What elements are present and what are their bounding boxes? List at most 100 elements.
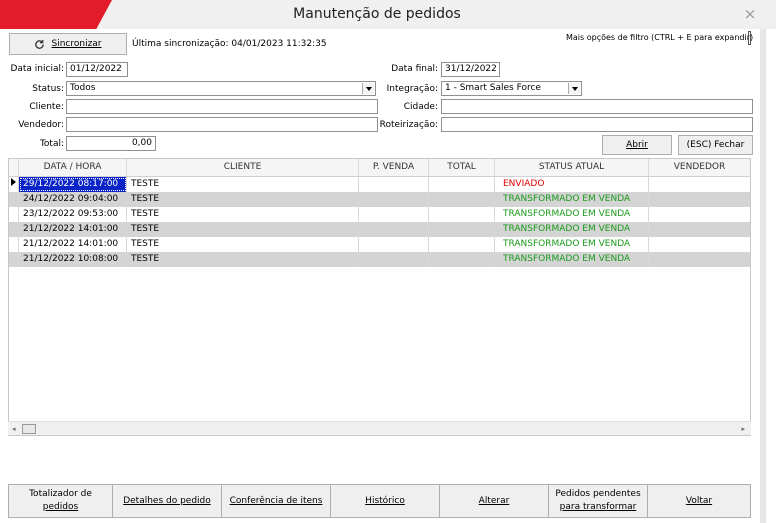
cell-total xyxy=(429,207,495,222)
grid-header: DATA / HORA CLIENTE P. VENDA TOTAL STATU… xyxy=(9,159,750,177)
data-final-label: Data final: xyxy=(391,64,438,74)
scroll-left-icon[interactable]: ◂ xyxy=(12,425,16,433)
current-row-indicator-icon xyxy=(9,177,19,192)
pedidos-pendentes-button[interactable]: Pedidos pendentes para transformar xyxy=(548,484,648,518)
sync-button[interactable]: Sincronizar xyxy=(9,33,127,55)
cell-pvenda xyxy=(359,177,429,192)
cell-cliente: TESTE xyxy=(127,222,359,237)
row-indicator xyxy=(9,192,19,207)
row-indicator-header xyxy=(9,159,19,176)
row-indicator xyxy=(9,207,19,222)
totalizador-line1: Totalizador de xyxy=(29,489,92,499)
cell-data: 29/12/2022 08:17:00 xyxy=(19,177,127,192)
col-data-hora[interactable]: DATA / HORA xyxy=(19,159,127,176)
col-cliente[interactable]: CLIENTE xyxy=(127,159,359,176)
cell-total xyxy=(429,237,495,252)
window-edge xyxy=(760,29,766,523)
cell-vendedor xyxy=(649,222,750,237)
cell-vendedor xyxy=(649,252,750,267)
total-label: Total: xyxy=(39,139,64,149)
cliente-label: Cliente: xyxy=(29,102,64,112)
scroll-thumb[interactable] xyxy=(22,424,36,434)
cell-pvenda xyxy=(359,192,429,207)
totalizador-button[interactable]: Totalizador de pedidos xyxy=(8,484,113,518)
detalhes-button[interactable]: Detalhes do pedido xyxy=(112,484,222,518)
table-row[interactable]: 21/12/2022 10:08:00 TESTE TRANSFORMADO EM … xyxy=(9,252,750,267)
refresh-icon xyxy=(34,39,45,50)
cidade-label: Cidade: xyxy=(403,102,438,112)
scroll-right-icon[interactable]: ▸ xyxy=(741,425,745,433)
horizontal-scrollbar[interactable]: ◂ ▸ xyxy=(8,421,751,435)
cell-pvenda xyxy=(359,222,429,237)
historico-button[interactable]: Histórico xyxy=(330,484,440,518)
brand-accent xyxy=(0,0,112,29)
detalhes-label: Detalhes do pedido xyxy=(123,495,211,506)
status-label: Status: xyxy=(32,84,64,94)
alterar-label: Alterar xyxy=(478,495,510,506)
conferencia-label: Conferência de itens xyxy=(229,495,323,506)
status-select-value: Todos xyxy=(70,83,96,93)
cell-status: ENVIADO xyxy=(495,177,649,192)
window-title: Manutenção de pedidos xyxy=(293,6,461,22)
cliente-field[interactable] xyxy=(66,99,378,114)
fechar-button[interactable]: (ESC) Fechar xyxy=(678,135,753,155)
table-row[interactable]: 23/12/2022 09:53:00 TESTE TRANSFORMADO EM … xyxy=(9,207,750,222)
integracao-select[interactable]: 1 - Smart Sales Force xyxy=(441,81,582,96)
cell-vendedor xyxy=(649,207,750,222)
cell-status: TRANSFORMADO EM VENDA xyxy=(495,222,649,237)
cell-pvenda xyxy=(359,207,429,222)
table-row[interactable]: 21/12/2022 14:01:00 TESTE TRANSFORMADO EM … xyxy=(9,237,750,252)
table-row[interactable]: 29/12/2022 08:17:00 TESTE ENVIADO xyxy=(9,177,750,192)
voltar-button[interactable]: Voltar xyxy=(647,484,751,518)
orders-grid[interactable]: DATA / HORA CLIENTE P. VENDA TOTAL STATU… xyxy=(8,158,751,436)
expand-toggle[interactable] xyxy=(748,31,751,45)
cell-status: TRANSFORMADO EM VENDA xyxy=(495,237,649,252)
cell-status: TRANSFORMADO EM VENDA xyxy=(495,207,649,222)
cell-cliente: TESTE xyxy=(127,177,359,192)
cell-data: 23/12/2022 09:53:00 xyxy=(19,207,127,222)
col-status-atual[interactable]: STATUS ATUAL xyxy=(495,159,649,176)
voltar-label: Voltar xyxy=(685,495,713,506)
row-indicator xyxy=(9,252,19,267)
roteirizacao-field[interactable] xyxy=(441,117,753,132)
chevron-down-icon[interactable] xyxy=(568,83,580,94)
col-p-venda[interactable]: P. VENDA xyxy=(359,159,429,176)
filter-hint: Mais opções de filtro (CTRL + E para exp… xyxy=(566,33,754,42)
vendedor-field[interactable] xyxy=(66,117,378,132)
vendedor-label: Vendedor: xyxy=(18,120,64,130)
cell-vendedor xyxy=(649,192,750,207)
cell-vendedor xyxy=(649,237,750,252)
row-indicator xyxy=(9,237,19,252)
col-vendedor[interactable]: VENDEDOR xyxy=(649,159,750,176)
cell-cliente: TESTE xyxy=(127,192,359,207)
data-inicial-field[interactable]: 01/12/2022 xyxy=(66,62,128,77)
close-icon[interactable]: × xyxy=(740,0,760,29)
cell-cliente: TESTE xyxy=(127,252,359,267)
cell-total xyxy=(429,222,495,237)
table-row[interactable]: 21/12/2022 14:01:00 TESTE TRANSFORMADO EM … xyxy=(9,222,750,237)
pendentes-line1: Pedidos pendentes xyxy=(555,489,641,499)
cell-data: 21/12/2022 14:01:00 xyxy=(19,237,127,252)
pendentes-line2: para transformar xyxy=(559,502,637,512)
abrir-button[interactable]: Abrir xyxy=(602,135,672,155)
cell-pvenda xyxy=(359,252,429,267)
cell-cliente: TESTE xyxy=(127,237,359,252)
sync-button-label: Sincronizar xyxy=(51,39,102,49)
cell-pvenda xyxy=(359,237,429,252)
table-row[interactable]: 24/12/2022 09:04:00 TESTE TRANSFORMADO EM … xyxy=(9,192,750,207)
totalizador-line2: pedidos xyxy=(42,502,79,512)
total-field[interactable]: 0,00 xyxy=(66,136,156,151)
status-select[interactable]: Todos xyxy=(66,81,376,96)
cell-total xyxy=(429,177,495,192)
data-final-field[interactable]: 31/12/2022 xyxy=(441,62,500,77)
cell-total xyxy=(429,252,495,267)
row-indicator xyxy=(9,222,19,237)
alterar-button[interactable]: Alterar xyxy=(439,484,549,518)
bottom-toolbar: Totalizador de pedidos Detalhes do pedido… xyxy=(8,484,751,518)
last-sync-text: Última sincronização: 04/01/2023 11:32:3… xyxy=(132,39,327,49)
cell-status: TRANSFORMADO EM VENDA xyxy=(495,252,649,267)
col-total[interactable]: TOTAL xyxy=(429,159,495,176)
integracao-select-value: 1 - Smart Sales Force xyxy=(445,83,541,93)
conferencia-button[interactable]: Conferência de itens xyxy=(221,484,331,518)
cidade-field[interactable] xyxy=(441,99,753,114)
